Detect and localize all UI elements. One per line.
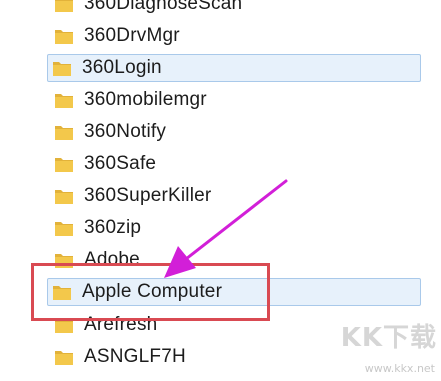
folder-label: 360Safe (84, 153, 157, 174)
folder-row-360zip[interactable]: 360zip (50, 214, 420, 242)
folder-label: 360mobilemgr (84, 89, 207, 110)
folder-label: ASNGLF7H (84, 346, 186, 367)
folder-row-360login[interactable]: 360Login (47, 54, 421, 82)
folder-row-360mobilemgr[interactable]: 360mobilemgr (50, 86, 420, 114)
folder-icon (55, 0, 73, 12)
folder-label: 360SuperKiller (84, 185, 212, 206)
folder-icon (55, 158, 73, 172)
folder-row-360superkiller[interactable]: 360SuperKiller (50, 182, 420, 210)
folder-row-360safe[interactable]: 360Safe (50, 150, 420, 178)
folder-row-360notify[interactable]: 360Notify (50, 118, 420, 146)
folder-icon (53, 62, 71, 76)
folder-row-360diagnosescan[interactable]: 360DiagnoseScan (50, 0, 420, 18)
folder-label: 360DrvMgr (84, 25, 180, 46)
folder-label: 360Login (82, 57, 162, 78)
folder-icon (55, 30, 73, 44)
watermark-sub-text: www.kkx.net (364, 362, 435, 375)
folder-icon (55, 190, 73, 204)
folder-label: 360Notify (84, 121, 167, 142)
folder-row-360drvmgr[interactable]: 360DrvMgr (50, 22, 420, 50)
folder-label: 360zip (84, 217, 142, 238)
folder-icon (55, 94, 73, 108)
highlight-box (31, 263, 270, 321)
folder-icon (55, 126, 73, 140)
folder-label: 360DiagnoseScan (84, 0, 243, 14)
watermark: KK下载 www.kkx.net (309, 317, 437, 377)
watermark-main-text: KK下载 (340, 323, 437, 353)
folder-icon (55, 351, 73, 365)
folder-icon (55, 222, 73, 236)
